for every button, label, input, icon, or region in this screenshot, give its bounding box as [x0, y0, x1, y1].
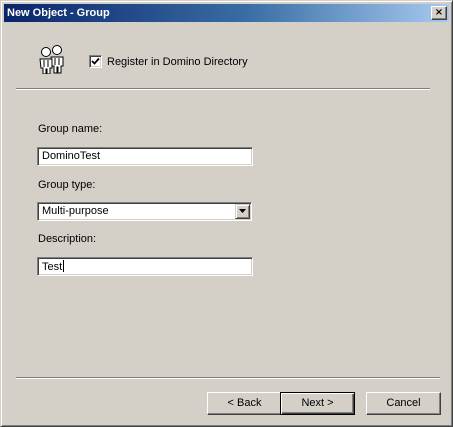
- new-object-group-dialog: New Object - Group × Register in Domino …: [0, 0, 453, 427]
- text-caret: [63, 260, 65, 272]
- register-domino-label[interactable]: Register in Domino Directory: [107, 55, 248, 69]
- group-icon: [38, 44, 66, 75]
- cancel-button[interactable]: Cancel: [366, 392, 441, 415]
- top-separator: [16, 88, 430, 90]
- back-button[interactable]: < Back: [207, 392, 282, 415]
- group-type-label: Group type:: [38, 179, 96, 191]
- description-input[interactable]: Test: [37, 257, 253, 276]
- close-button[interactable]: ×: [431, 6, 447, 20]
- description-value: Test: [42, 261, 63, 273]
- description-label: Description:: [38, 233, 97, 245]
- title-bar[interactable]: New Object - Group ×: [4, 4, 449, 22]
- checkmark-icon: [91, 57, 100, 65]
- bottom-separator: [16, 377, 440, 379]
- next-button[interactable]: Next >: [280, 392, 355, 415]
- group-name-label: Group name:: [38, 123, 103, 135]
- group-name-value: DominoTest: [42, 150, 101, 162]
- window-title: New Object - Group: [7, 7, 110, 19]
- group-name-input[interactable]: DominoTest: [37, 147, 253, 166]
- chevron-down-icon: [239, 209, 246, 213]
- group-type-select[interactable]: Multi-purpose: [37, 202, 252, 221]
- close-icon: ×: [434, 7, 444, 18]
- dropdown-button[interactable]: [235, 204, 250, 219]
- group-type-value: Multi-purpose: [42, 205, 109, 217]
- register-domino-checkbox[interactable]: [89, 55, 102, 68]
- description-text-wrap: Test: [42, 260, 65, 274]
